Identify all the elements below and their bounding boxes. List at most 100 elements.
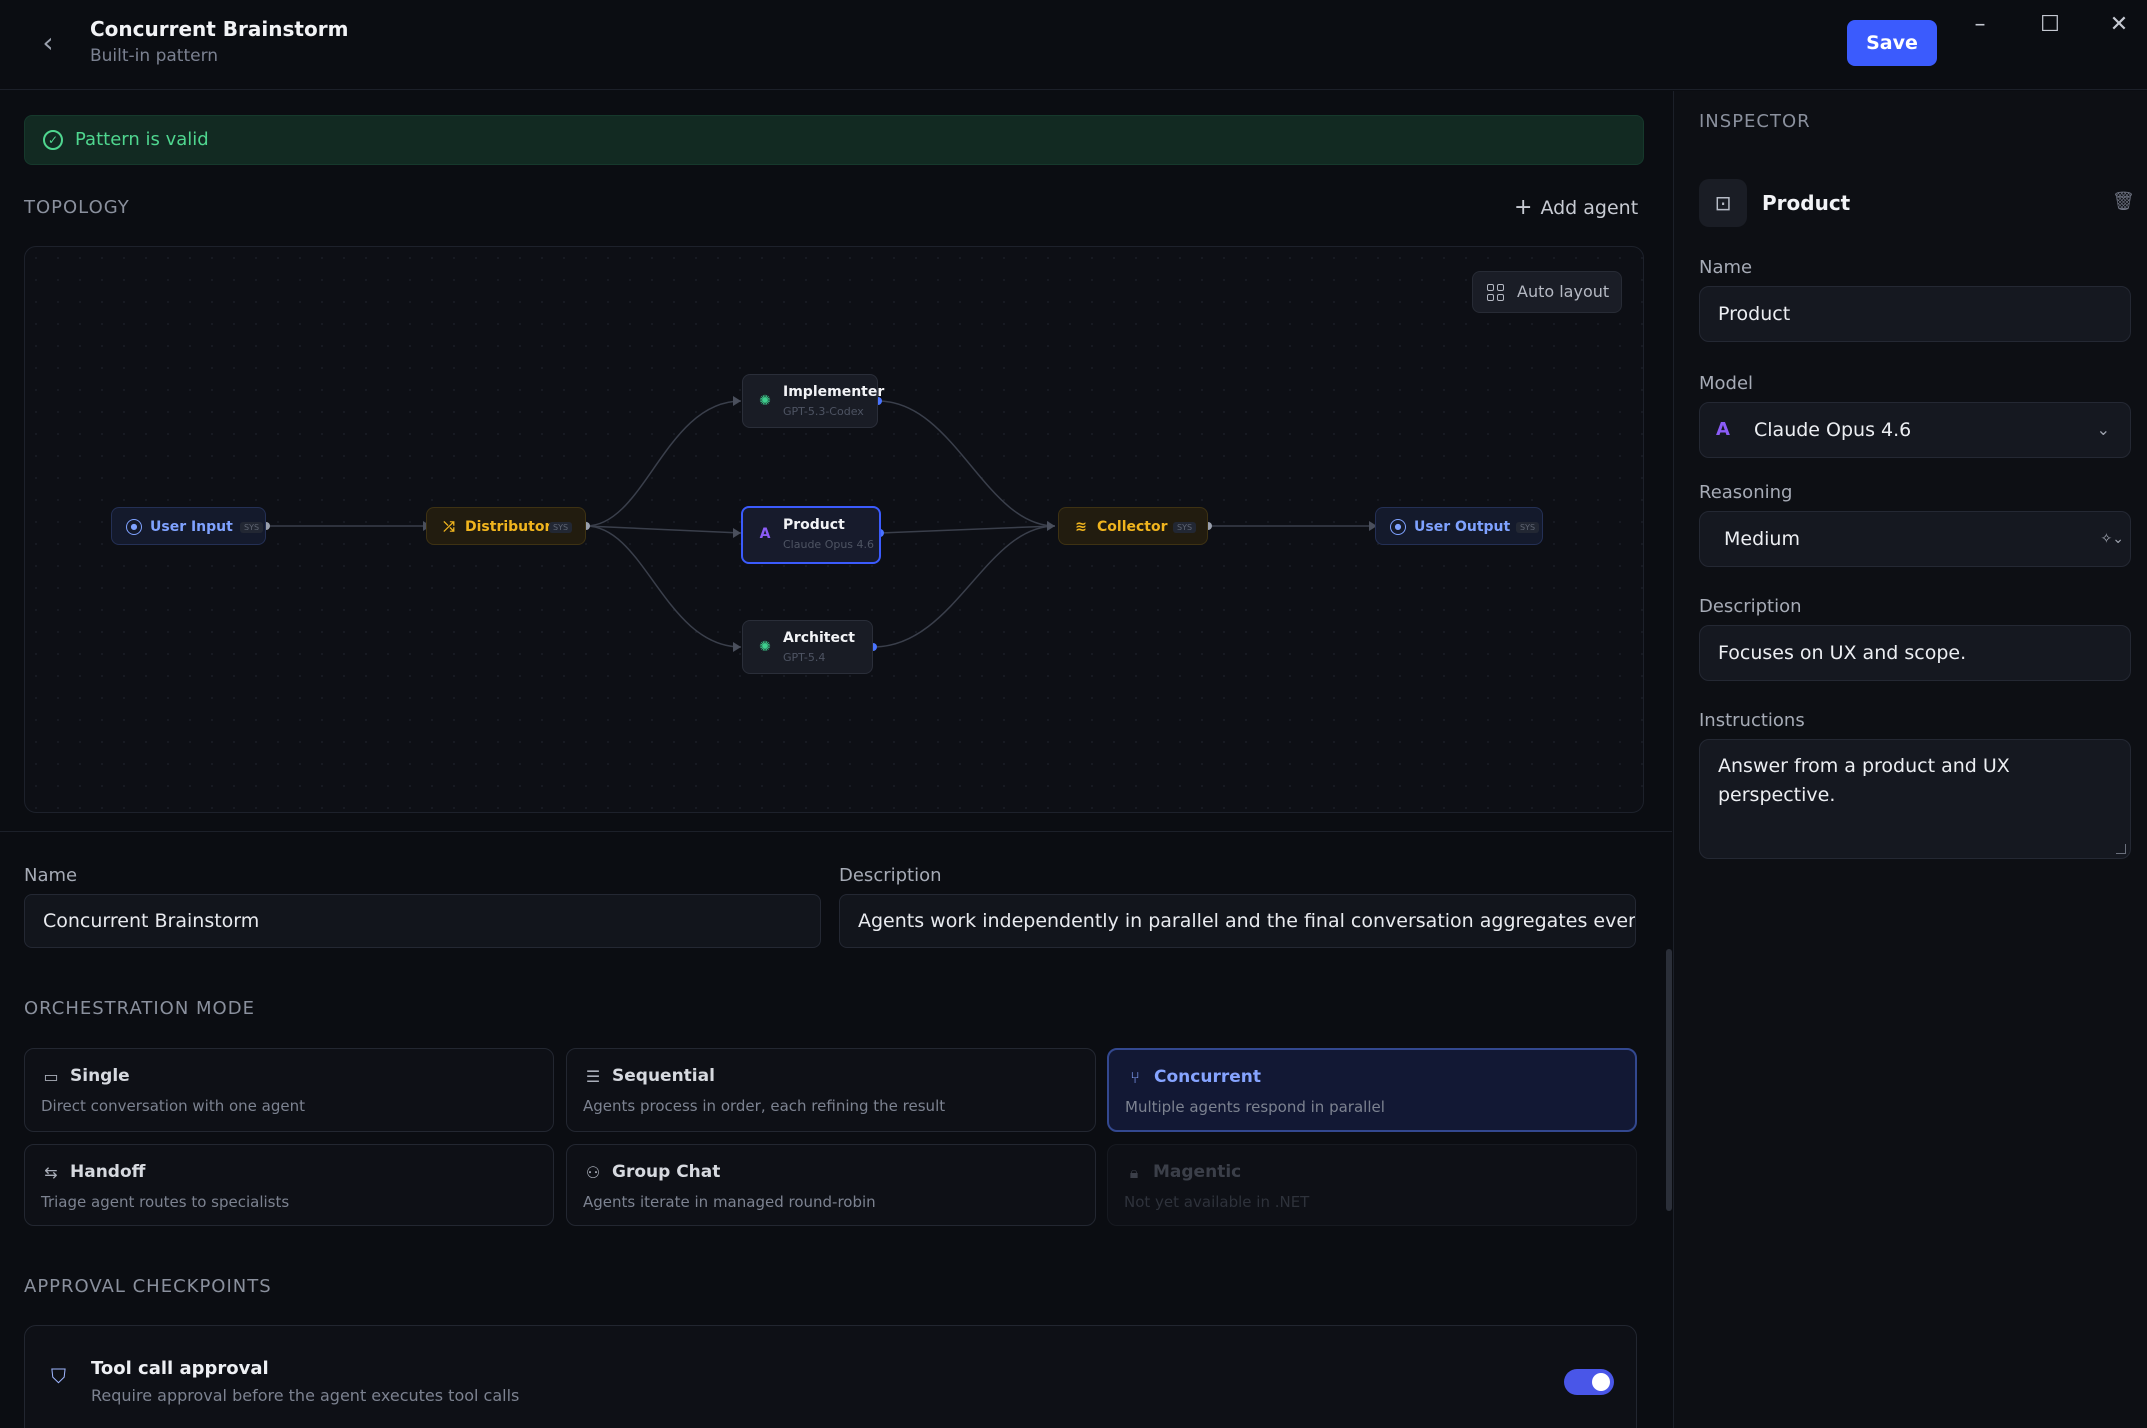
node-collector[interactable]: ≋ Collector SYS (1058, 507, 1208, 545)
approval-desc: Require approval before the agent execut… (91, 1386, 520, 1405)
edge-architect-collector (872, 525, 1056, 648)
approval-title: Tool call approval (91, 1358, 269, 1379)
swap-icon: ⇆ (44, 1163, 58, 1182)
mode-desc: Not yet available in .NET (1124, 1193, 1310, 1211)
anthropic-icon: A (1716, 419, 1730, 440)
mode-sequential[interactable]: ☰ Sequential Agents process in order, ea… (566, 1048, 1096, 1132)
agent-name-input[interactable]: Product (1699, 286, 2131, 342)
arrow-head (733, 396, 741, 406)
pattern-name-label: Name (24, 865, 78, 886)
node-architect[interactable]: ✺ Architect GPT-5.4 (742, 620, 873, 674)
fork-icon: ⑂ (1130, 1068, 1140, 1087)
sys-badge: SYS (549, 522, 573, 533)
edge-implementer-collector (877, 400, 1056, 527)
mode-title: Magentic (1153, 1162, 1242, 1182)
maximize-icon[interactable]: ☐ (2030, 10, 2070, 40)
edge-distributor-implementer (585, 400, 742, 527)
node-label: Product (783, 517, 845, 533)
anthropic-icon: A (759, 526, 771, 542)
node-label: User Input (150, 519, 233, 535)
agent-name-label: Name (1699, 257, 1753, 278)
mode-title: Sequential (612, 1066, 715, 1086)
model-label: Model (1699, 373, 1754, 394)
mode-concurrent[interactable]: ⑂ Concurrent Multiple agents respond in … (1107, 1048, 1637, 1132)
node-product[interactable]: A Product Claude Opus 4.6 (741, 506, 881, 564)
user-circle-icon: ● (1390, 519, 1406, 535)
minimize-icon[interactable]: – (1960, 10, 2000, 40)
node-user-output[interactable]: ● User Output SYS (1375, 507, 1543, 545)
reasoning-label: Reasoning (1699, 482, 1793, 503)
pattern-description-label: Description (839, 865, 942, 886)
arrow-head (1047, 521, 1055, 531)
model-select[interactable]: A Claude Opus 4.6 ⌄ (1699, 402, 2131, 458)
sys-badge: SYS (240, 522, 264, 533)
sparkle-chevron-icon: ✧⌄ (2100, 531, 2124, 547)
shuffle-icon: ⤮ (443, 519, 455, 535)
title-bar: ‹ Concurrent Brainstorm Built-in pattern… (0, 0, 2147, 90)
chevron-down-icon: ⌄ (2096, 420, 2110, 439)
pattern-editor: ✓ Pattern is valid TOPOLOGY + Add agent A… (0, 91, 1672, 1428)
page-subtitle: Built-in pattern (90, 46, 219, 66)
add-agent-button[interactable]: + Add agent (1514, 195, 1638, 220)
node-label: Distributor (465, 519, 552, 535)
node-label: Collector (1097, 519, 1168, 535)
sys-badge: SYS (1173, 522, 1197, 533)
sys-badge: SYS (1516, 522, 1540, 533)
node-label: User Output (1414, 519, 1511, 535)
arrow-head (733, 528, 741, 538)
page-title: Concurrent Brainstorm (90, 17, 349, 41)
orchestration-heading: ORCHESTRATION MODE (24, 998, 255, 1019)
mode-desc: Agents iterate in managed round-robin (583, 1193, 876, 1211)
node-model: GPT-5.3-Codex (783, 405, 864, 418)
mode-title: Handoff (70, 1162, 146, 1182)
list-icon: ☰ (585, 1067, 601, 1086)
mode-title: Group Chat (612, 1162, 721, 1182)
node-distributor[interactable]: ⤮ Distributor SYS (426, 507, 586, 545)
topology-heading: TOPOLOGY (24, 197, 130, 218)
agent-instructions-textarea[interactable]: Answer from a product and UX perspective… (1699, 739, 2131, 859)
divider (0, 831, 1672, 832)
tool-call-approval-toggle[interactable] (1564, 1369, 1614, 1395)
mode-desc: Multiple agents respond in parallel (1125, 1098, 1385, 1116)
node-model: Claude Opus 4.6 (783, 538, 875, 551)
mode-title: Concurrent (1154, 1067, 1261, 1087)
resize-handle-icon[interactable] (2116, 844, 2126, 854)
reasoning-select[interactable]: Medium ✧⌄ (1699, 511, 2131, 567)
lock-icon: 🔒︎ (1129, 1163, 1139, 1182)
node-implementer[interactable]: ✺ Implementer GPT-5.3-Codex (742, 374, 884, 428)
pattern-description-input[interactable]: Agents work independently in parallel an… (839, 894, 1636, 948)
close-icon[interactable]: ✕ (2099, 10, 2139, 40)
mode-magentic: 🔒︎ Magentic Not yet available in .NET (1107, 1144, 1637, 1226)
arrow-head (733, 642, 741, 652)
description-label: Description (1699, 596, 1802, 617)
add-agent-label: Add agent (1540, 197, 1639, 219)
user-circle-icon: ● (126, 519, 142, 535)
node-user-input[interactable]: ● User Input SYS (111, 507, 266, 545)
back-chevron-icon[interactable]: ‹ (36, 28, 60, 58)
layers-icon: ≋ (1075, 519, 1087, 535)
mode-handoff[interactable]: ⇆ Handoff Triage agent routes to special… (24, 1144, 554, 1226)
model-value: Claude Opus 4.6 (1754, 419, 1912, 441)
tool-call-approval-card: ⛉ Tool call approval Require approval be… (24, 1325, 1637, 1428)
validation-message: Pattern is valid (75, 129, 209, 150)
topology-canvas[interactable]: Auto layout ● User Input SYS ⤮ Distribut… (24, 246, 1644, 813)
robot-icon: ⊡ (1699, 179, 1747, 227)
inspector-agent-name: Product (1762, 191, 1851, 215)
agent-description-input[interactable]: Focuses on UX and scope. (1699, 625, 2131, 681)
trash-icon[interactable]: 🗑︎ (2112, 191, 2135, 212)
edge-distributor-architect (585, 525, 742, 648)
toggle-knob (1592, 1373, 1610, 1391)
mode-single[interactable]: ▭ Single Direct conversation with one ag… (24, 1048, 554, 1132)
mode-desc: Triage agent routes to specialists (41, 1193, 290, 1211)
scrollbar-thumb[interactable] (1666, 949, 1672, 1211)
chat-icon: ▭ (43, 1067, 59, 1086)
shield-check-icon: ⛉ (51, 1364, 66, 1388)
instructions-value: Answer from a product and UX perspective… (1718, 755, 2010, 806)
mode-group-chat[interactable]: ⚇ Group Chat Agents iterate in managed r… (566, 1144, 1096, 1226)
pattern-name-input[interactable]: Concurrent Brainstorm (24, 894, 821, 948)
mode-title: Single (70, 1066, 130, 1086)
node-label: Architect (783, 630, 855, 646)
instructions-label: Instructions (1699, 710, 1805, 731)
approval-heading: APPROVAL CHECKPOINTS (24, 1276, 272, 1297)
save-button[interactable]: Save (1847, 20, 1937, 66)
